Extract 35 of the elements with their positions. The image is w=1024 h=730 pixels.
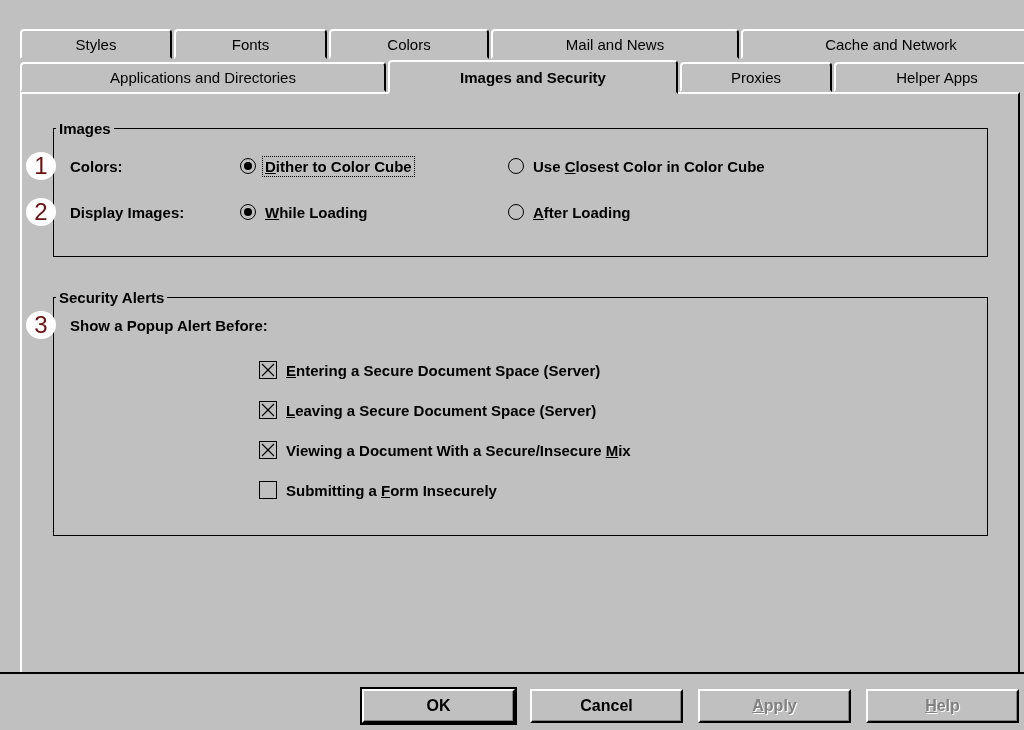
tab[interactable]: Mail and News xyxy=(491,29,739,59)
checkbox-label[interactable]: Viewing a Document With a Secure/Insecure Mix xyxy=(283,439,634,461)
tab[interactable]: Helper Apps xyxy=(834,62,1024,92)
checkbox-label[interactable]: Submitting a Form Insecurely xyxy=(283,479,500,501)
tab[interactable]: Applications and Directories xyxy=(20,62,386,92)
callout-number: 3 xyxy=(26,311,56,339)
checkbox-label[interactable]: Entering a Secure Document Space (Server) xyxy=(283,359,604,381)
callout-number: 2 xyxy=(26,198,56,226)
radio-label[interactable]: Dither to Color Cube xyxy=(262,155,415,177)
checkbox[interactable] xyxy=(259,481,277,499)
dialog-button[interactable]: Cancel xyxy=(530,689,683,723)
radio-button[interactable] xyxy=(240,204,256,220)
prompt-text: Show a Popup Alert Before: xyxy=(69,316,268,334)
field-label: Display Images: xyxy=(69,203,186,221)
checkbox-label[interactable]: Leaving a Secure Document Space (Server) xyxy=(283,399,600,421)
group-title: Images xyxy=(58,120,112,137)
checkbox[interactable] xyxy=(259,361,277,379)
radio-button[interactable] xyxy=(508,204,524,220)
tab[interactable]: Images and Security xyxy=(388,60,678,94)
checkbox[interactable] xyxy=(259,441,277,459)
tab[interactable]: Colors xyxy=(329,29,489,59)
radio-button[interactable] xyxy=(508,158,524,174)
tab[interactable]: Fonts xyxy=(174,29,327,59)
radio-button[interactable] xyxy=(240,158,256,174)
checkbox[interactable] xyxy=(259,401,277,419)
tab[interactable]: Cache and Network xyxy=(741,29,1024,59)
group-title: Security Alerts xyxy=(58,289,166,306)
radio-label[interactable]: While Loading xyxy=(262,201,371,223)
dialog-button[interactable]: OK xyxy=(362,689,515,723)
tab[interactable]: Proxies xyxy=(680,62,832,92)
field-label: Colors: xyxy=(69,157,124,175)
radio-label[interactable]: After Loading xyxy=(530,201,634,223)
callout-number: 1 xyxy=(26,152,56,180)
tab[interactable]: Styles xyxy=(20,29,172,59)
radio-label[interactable]: Use Closest Color in Color Cube xyxy=(530,155,768,177)
